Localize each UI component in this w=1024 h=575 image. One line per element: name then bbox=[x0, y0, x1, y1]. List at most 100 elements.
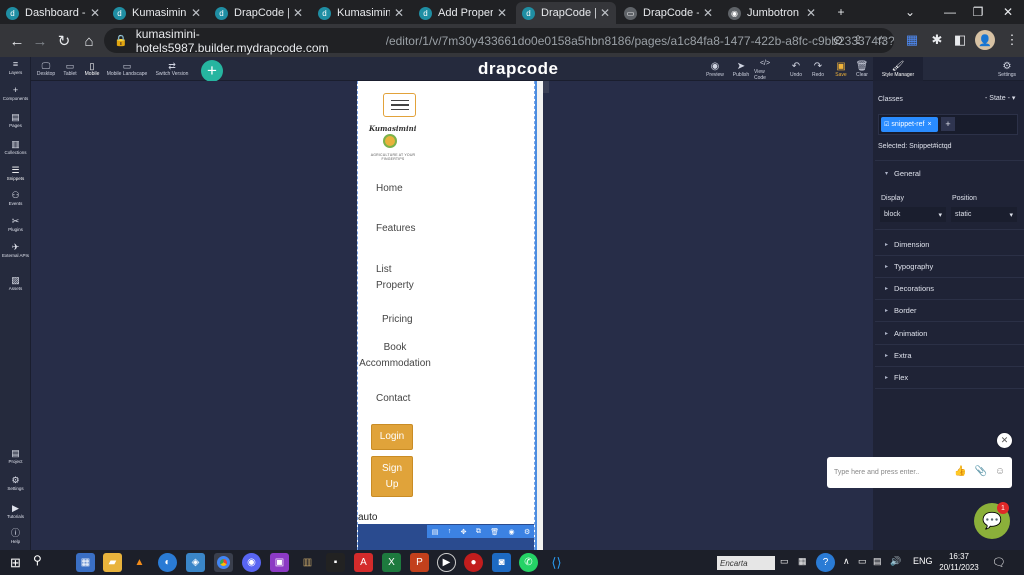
powerpoint-icon[interactable]: P bbox=[410, 553, 429, 572]
publish-button[interactable]: ➤ Publish bbox=[730, 57, 752, 81]
signup-button[interactable]: Sign Up bbox=[371, 456, 413, 497]
position-select[interactable]: static ▾ bbox=[951, 207, 1017, 222]
attach-icon[interactable]: 📎 bbox=[974, 466, 986, 477]
element-toolbar-icon[interactable]: ↑ bbox=[448, 528, 452, 535]
add-class-button[interactable]: + bbox=[941, 117, 955, 131]
tab-close-icon[interactable]: ✕ bbox=[293, 6, 303, 20]
device-desktop-button[interactable]: 🖵 Desktop bbox=[35, 57, 57, 81]
extensions-puzzle-icon[interactable]: ✱ bbox=[927, 30, 947, 50]
browser-tab[interactable]: d Kumasimini | ✕ bbox=[312, 2, 410, 24]
rail-settings-bottom[interactable]: ⚙ Settings bbox=[0, 475, 31, 491]
element-toolbar-icon[interactable]: ◉ bbox=[508, 528, 514, 536]
nav-contact[interactable]: Contact bbox=[376, 391, 410, 407]
device-mobile-button[interactable]: ▯ Mobile bbox=[83, 57, 101, 81]
nav-features[interactable]: Features bbox=[376, 221, 415, 237]
tab-close-icon[interactable]: ✕ bbox=[600, 6, 610, 20]
tray-app-icon[interactable]: ▦ bbox=[798, 556, 807, 567]
volume-icon[interactable]: 🔊 bbox=[890, 556, 901, 567]
google-lens-icon[interactable]: ⊙ bbox=[833, 33, 843, 47]
tab-close-icon[interactable]: ✕ bbox=[703, 6, 713, 20]
minimize-icon[interactable]: — bbox=[935, 0, 965, 24]
tray-app-icon[interactable]: ▭ bbox=[780, 556, 789, 567]
section-dimension[interactable]: ▸ Dimension bbox=[875, 234, 1024, 254]
browser-tab[interactable]: d DrapCode | E ✕ bbox=[516, 2, 616, 24]
new-tab-button[interactable]: + bbox=[826, 0, 856, 24]
login-button[interactable]: Login bbox=[371, 424, 413, 450]
profile-avatar[interactable]: 👤 bbox=[975, 30, 995, 50]
nav-home[interactable]: Home bbox=[376, 181, 403, 197]
discord-icon[interactable]: ◉ bbox=[242, 553, 261, 572]
taskbar-app-icon[interactable]: ◐ bbox=[158, 553, 177, 572]
taskbar-app-icon[interactable]: ▥ bbox=[298, 553, 317, 572]
preview-button[interactable]: ◉ Preview bbox=[704, 57, 726, 81]
taskbar-app-icon[interactable]: ◙ bbox=[492, 553, 511, 572]
undo-button[interactable]: ↶ Undo bbox=[785, 57, 807, 81]
file-explorer-icon[interactable]: ▰ bbox=[103, 553, 122, 572]
reload-icon[interactable]: ↻ bbox=[53, 30, 75, 52]
add-element-button[interactable]: + bbox=[201, 60, 223, 82]
excel-icon[interactable]: X bbox=[382, 553, 401, 572]
language-indicator[interactable]: ENG bbox=[913, 556, 933, 566]
taskbar-app-icon[interactable]: ▪ bbox=[326, 553, 345, 572]
element-toolbar-icon[interactable]: 🗑 bbox=[490, 528, 499, 536]
side-panel-icon[interactable]: ◧ bbox=[950, 30, 970, 50]
tab-close-icon[interactable]: ✕ bbox=[806, 6, 816, 20]
rail-help-bottom[interactable]: ⓘ Help bbox=[0, 528, 31, 544]
restore-icon[interactable]: ❐ bbox=[963, 0, 993, 24]
section-typography[interactable]: ▸ Typography bbox=[875, 256, 1024, 276]
class-chip-snippet-ref[interactable]: ☑ snippet-ref × bbox=[881, 117, 938, 132]
general-section[interactable]: ▾ General bbox=[875, 163, 1024, 183]
browser-tab[interactable]: d Kumasimini | ✕ bbox=[107, 2, 207, 24]
remove-class-icon[interactable]: × bbox=[927, 121, 931, 128]
encarta-search[interactable]: Encarta bbox=[717, 556, 775, 570]
chrome-menu-icon[interactable]: ⋮ bbox=[1002, 30, 1022, 50]
rail-external-apis[interactable]: ✈ External APIs bbox=[0, 242, 31, 258]
tab-close-icon[interactable]: ✕ bbox=[90, 6, 100, 20]
element-toolbar-icon[interactable]: ✥ bbox=[461, 528, 467, 536]
nav-list-property[interactable]: List Property bbox=[376, 262, 426, 294]
system-clock[interactable]: 16:37 20/11/2023 bbox=[936, 551, 982, 573]
section-animation[interactable]: ▸ Animation bbox=[875, 323, 1024, 343]
tab-search-icon[interactable]: ⌄ bbox=[895, 0, 925, 24]
section-border[interactable]: ▸ Border bbox=[875, 300, 1024, 320]
home-icon[interactable]: ⌂ bbox=[78, 30, 100, 52]
section-flex[interactable]: ▸ Flex bbox=[875, 367, 1024, 387]
section-decorations[interactable]: ▸ Decorations bbox=[875, 278, 1024, 298]
address-bar[interactable]: 🔒 kumasimini-hotels5987.builder.mydrapco… bbox=[104, 27, 894, 55]
nav-pricing[interactable]: Pricing bbox=[382, 312, 413, 328]
state-select[interactable]: - State - ▾ bbox=[985, 94, 1015, 102]
display-select[interactable]: block ▾ bbox=[880, 207, 946, 222]
taskbar-app-icon[interactable]: ◈ bbox=[186, 553, 205, 572]
element-toolbar-icon[interactable]: ⧉ bbox=[476, 528, 481, 536]
chrome-icon[interactable] bbox=[214, 553, 233, 572]
rail-components[interactable]: + Components bbox=[0, 85, 31, 101]
device-switch-version-button[interactable]: ⇄ Switch Version bbox=[153, 57, 191, 81]
taskbar-search-icon[interactable]: ⚲ bbox=[33, 553, 42, 567]
canvas-scroll-thumb[interactable] bbox=[543, 81, 549, 93]
rail-project-bottom[interactable]: ▤ Project bbox=[0, 448, 31, 464]
tab-close-icon[interactable]: ✕ bbox=[191, 6, 201, 20]
rail-plugins[interactable]: ✂ Plugins bbox=[0, 216, 31, 232]
device-mobile-landscape-button[interactable]: ▭ Mobile Landscape bbox=[105, 57, 149, 81]
browser-tab[interactable]: d Add Property ✕ bbox=[413, 2, 513, 24]
browser-tab[interactable]: ▭ DrapCode - A ✕ bbox=[618, 2, 719, 24]
redo-button[interactable]: ↷ Redo bbox=[807, 57, 829, 81]
emoji-icon[interactable]: ☺ bbox=[995, 466, 1005, 477]
nav-book-accommodation[interactable]: Book Accommodation bbox=[358, 340, 434, 372]
settings-tab[interactable]: ⚙ Settings bbox=[994, 57, 1020, 81]
jumbotron-section[interactable]: ▤ ↑ ✥ ⧉ 🗑 ◉ ⚙ bbox=[358, 524, 534, 550]
rail-collections[interactable]: ▥ Collections bbox=[0, 139, 31, 155]
back-icon[interactable]: ← bbox=[6, 30, 28, 52]
view-code-button[interactable]: </> View Code bbox=[754, 57, 776, 81]
help-tray-icon[interactable]: ? bbox=[816, 553, 835, 572]
style-manager-tab[interactable]: 🖌 Style Manager bbox=[873, 57, 923, 81]
element-toolbar-icon[interactable]: ⚙ bbox=[524, 528, 530, 536]
whatsapp-icon[interactable]: ✆ bbox=[519, 553, 538, 572]
device-tablet-button[interactable]: ▭ Tablet bbox=[61, 57, 79, 81]
bookmark-star-icon[interactable]: ☆ bbox=[876, 33, 887, 47]
close-window-icon[interactable]: ✕ bbox=[993, 0, 1023, 24]
chat-close-icon[interactable]: ✕ bbox=[997, 433, 1012, 448]
acrobat-icon[interactable]: A bbox=[354, 553, 373, 572]
browser-tab[interactable]: d DrapCode | E ✕ bbox=[209, 2, 309, 24]
taskbar-app-icon[interactable]: ▣ bbox=[270, 553, 289, 572]
